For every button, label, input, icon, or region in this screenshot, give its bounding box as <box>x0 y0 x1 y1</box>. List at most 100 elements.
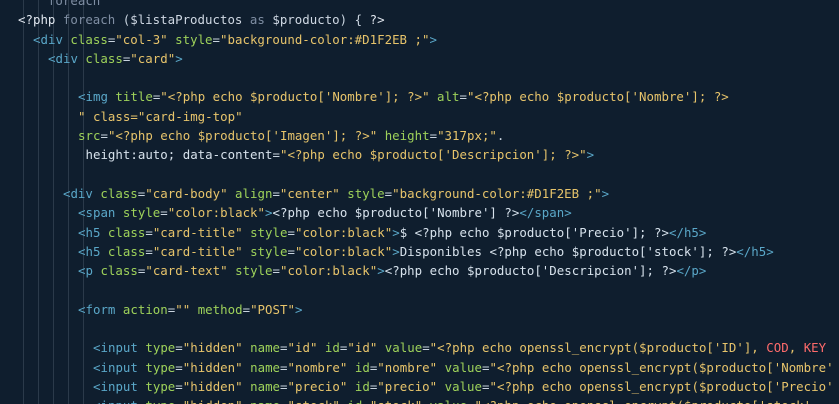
code-token: <h5 <box>78 243 101 259</box>
code-line[interactable]: <input type="hidden" name="stock" id="st… <box>0 396 834 404</box>
code-token: "317px;" <box>437 128 497 144</box>
code-token: <form <box>78 301 116 317</box>
code-token: = <box>280 378 288 394</box>
code-token: = <box>175 398 182 404</box>
code-line[interactable]: <div class="card"> <box>0 49 834 68</box>
code-line[interactable]: height:auto; data-content="<?php echo $p… <box>0 145 834 164</box>
code-token: <div <box>48 50 78 66</box>
code-token: height:auto; data-content <box>78 147 273 163</box>
code-line[interactable]: <h5 class="card-title" style="color:blac… <box>0 223 834 242</box>
code-token: align <box>227 185 273 201</box>
code-line[interactable]: <input type="hidden" name="nombre" id="n… <box>0 358 834 377</box>
code-line[interactable]: " class="card-img-top" <box>0 107 834 126</box>
code-token: > <box>265 205 273 221</box>
code-token: "center" <box>279 185 340 201</box>
code-line[interactable]: <span style="color:black"><?php echo $pr… <box>0 203 834 222</box>
code-token: <div <box>62 185 93 201</box>
code-token: id <box>347 378 370 394</box>
code-line[interactable]: <h5 class="card-title" style="color:blac… <box>0 242 834 261</box>
code-token: name <box>242 378 281 394</box>
code-line[interactable]: <div class="col-3" style="background-col… <box>0 30 834 49</box>
code-token: <?php echo $producto['Descripcion']; ?> <box>384 263 677 279</box>
code-token: $ <?php echo $producto['Precio']; ?> <box>399 224 669 240</box>
code-token: <input <box>93 340 138 356</box>
code-token: = <box>175 378 183 394</box>
code-line[interactable]: <input type="hidden" name="id" id="id" v… <box>0 338 834 357</box>
code-line[interactable]: <form action="" method="POST"> <box>0 300 834 319</box>
code-token: "stock" <box>288 398 340 404</box>
code-token: <span <box>78 205 116 221</box>
code-token: class <box>92 263 138 279</box>
code-token: </p> <box>676 263 707 279</box>
code-token: ) { <box>339 12 370 28</box>
code-token: <h5 <box>78 224 101 240</box>
code-token: <img <box>78 89 108 105</box>
code-line[interactable]: foreach <box>0 0 834 10</box>
code-token: value <box>377 340 423 356</box>
code-token: <div <box>33 31 63 47</box>
code-token: = <box>175 359 183 375</box>
code-token: . <box>496 128 505 144</box>
code-token: height <box>377 128 430 144</box>
code-token: > <box>294 301 303 317</box>
code-token: " class="card-img-top" <box>78 108 243 124</box>
code-token: > <box>392 243 400 259</box>
code-token: = <box>145 243 153 259</box>
code-token: = <box>272 263 280 279</box>
code-token: "color:black" <box>167 205 266 221</box>
code-line[interactable]: <?php foreach ($listaProductos as $produ… <box>0 10 834 29</box>
code-token: <input <box>93 398 138 404</box>
code-line[interactable]: src="<?php echo $producto['Imagen']; ?>"… <box>0 126 834 145</box>
code-token: <p <box>78 263 93 279</box>
code-line[interactable]: <img title="<?php echo $producto['Nombre… <box>0 87 834 106</box>
code-token: class <box>100 224 146 240</box>
code-token: style <box>115 205 161 221</box>
code-token: = <box>242 301 251 317</box>
code-token: "<?php echo openssl_encrypt($producto['P… <box>489 378 834 394</box>
code-token: <input <box>93 378 138 394</box>
code-token: style <box>167 31 213 47</box>
code-token: "card-body" <box>145 185 228 201</box>
code-token: "precio" <box>287 378 348 394</box>
code-token: = <box>482 359 490 375</box>
code-token: = <box>100 128 108 144</box>
code-line[interactable]: <p class="card-text" style="color:black"… <box>0 261 834 280</box>
code-token: "nombre" <box>377 359 438 375</box>
code-token: "card-text" <box>145 263 228 279</box>
code-token: style <box>227 263 273 279</box>
code-token: value <box>422 398 467 404</box>
code-token: > <box>586 147 595 163</box>
code-line[interactable]: <input type="hidden" name="precio" id="p… <box>0 377 834 396</box>
code-token: COD <box>766 340 789 356</box>
code-token: </h5> <box>668 224 707 240</box>
code-token: > <box>429 31 437 47</box>
code-editor[interactable]: foreach <?php foreach ($listaProductos as… <box>0 0 839 404</box>
code-token: KEY <box>803 340 827 356</box>
code-line[interactable] <box>0 68 834 87</box>
code-token: type <box>137 378 176 394</box>
code-token: value <box>437 378 483 394</box>
code-token: <input <box>93 359 138 375</box>
code-token: id <box>347 359 370 375</box>
code-token: class <box>77 50 123 66</box>
code-token: "stock" <box>370 398 422 404</box>
code-lines[interactable]: foreach <?php foreach ($listaProductos as… <box>0 0 834 404</box>
code-token: "" <box>175 301 191 317</box>
code-token: "nombre" <box>287 359 348 375</box>
code-line[interactable] <box>0 319 834 338</box>
code-token: "id" <box>287 340 318 356</box>
code-token: style <box>242 243 288 259</box>
code-token: "id" <box>347 340 378 356</box>
code-line[interactable]: <div class="card-body" align="center" st… <box>0 184 834 203</box>
code-line[interactable] <box>0 280 834 299</box>
code-token: as <box>242 12 273 28</box>
code-token: <?php <box>18 12 56 28</box>
code-token: "col-3" <box>115 31 168 47</box>
code-token: foreach <box>18 0 101 8</box>
code-token: = <box>280 359 288 375</box>
code-token: $listaProductos <box>130 12 243 28</box>
code-token: "hidden" <box>182 340 243 356</box>
code-line[interactable] <box>0 165 834 184</box>
code-token: title <box>107 89 153 105</box>
code-token: name <box>242 340 281 356</box>
